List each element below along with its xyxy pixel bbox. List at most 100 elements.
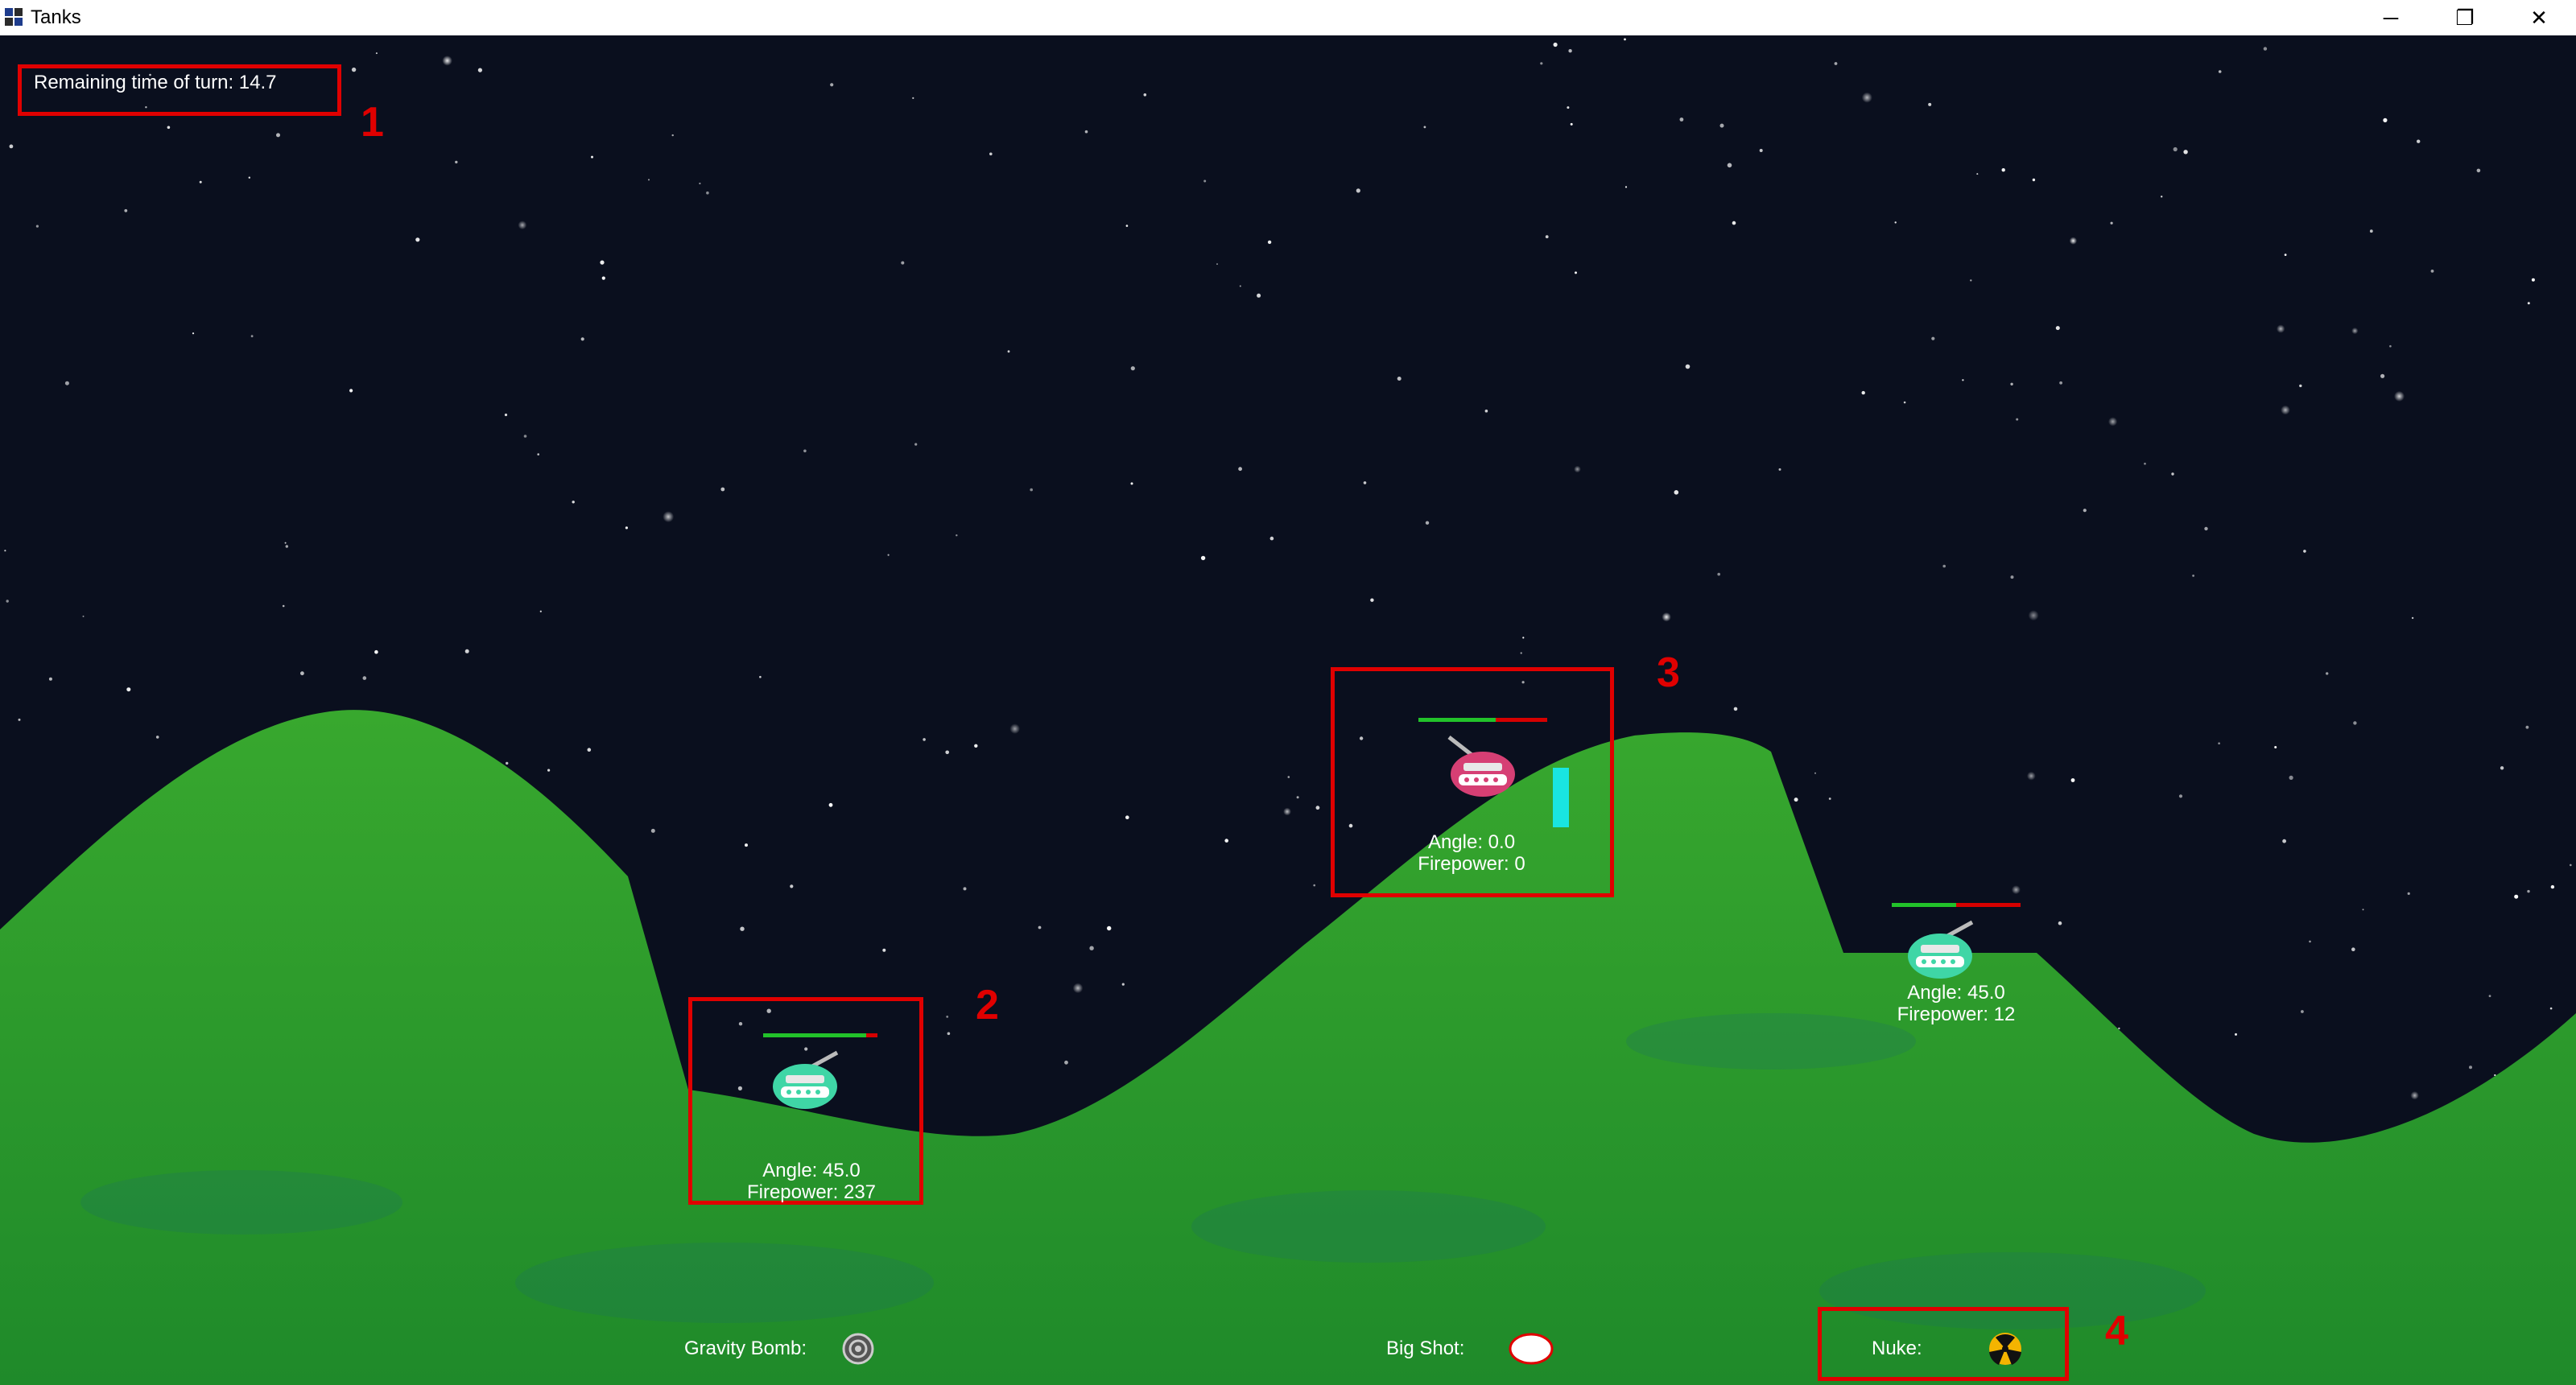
star [2362,909,2364,911]
star [1861,92,1872,103]
gravity-bomb-label: Gravity Bomb: [684,1338,807,1359]
star [2010,382,2013,385]
star [2173,146,2178,152]
star [591,155,593,159]
star [1072,983,1084,994]
close-button[interactable]: ✕ [2502,0,2576,35]
star [2171,472,2174,476]
star [2032,178,2036,182]
star [1257,293,1261,298]
star [830,83,834,87]
star [2218,70,2222,73]
star [2274,746,2277,748]
star [2263,47,2268,51]
tank-3-icon [1908,920,1974,979]
star [740,926,745,931]
star [2281,405,2290,415]
star [1861,390,1865,395]
star [956,534,958,537]
tank-3-firepower: Firepower: 12 [1897,1004,2016,1025]
star [2299,384,2302,388]
star [6,600,9,603]
star [2430,270,2434,273]
star [2059,381,2063,385]
star [1425,521,1430,525]
tank-2-firepower: Firepower: 0 [1418,853,1525,875]
star [803,449,807,453]
star [1903,401,1906,404]
star [2549,1007,2553,1010]
star [9,144,14,149]
star [442,56,452,66]
star [2058,921,2062,925]
game-scene[interactable]: Remaining time of turn: 14.7 1 2 Angle: … [0,35,2576,1385]
star [1107,925,1112,931]
minimize-button[interactable]: ─ [2354,0,2428,35]
star [1064,1060,1068,1065]
star [2083,509,2087,513]
star [282,604,285,608]
star [285,545,288,548]
tank-3[interactable] [1892,903,2021,983]
star [963,887,967,891]
star [1520,652,1522,654]
restore-button[interactable]: ❐ [2428,0,2502,35]
star [2407,892,2410,895]
star [1794,798,1798,802]
star [1370,598,1374,602]
star [1894,221,1897,224]
star [2383,117,2388,122]
star [2235,1033,2237,1036]
callout-2: 2 [976,982,999,1028]
star [625,526,629,530]
star [2010,575,2014,579]
star [1759,149,1763,152]
star [2351,328,2359,335]
star [1130,482,1133,485]
star [2525,725,2529,729]
star [650,828,655,833]
star [2118,1027,2120,1030]
star [1397,377,1402,381]
star [1356,188,1360,193]
star [2218,742,2220,744]
tank-1[interactable] [763,1033,877,1114]
star [2410,1091,2419,1100]
star [2301,1010,2304,1013]
star [2001,168,2005,172]
star [374,649,378,654]
star [1143,93,1147,97]
star [2011,885,2021,895]
weapon-big-shot[interactable]: Big Shot: [1386,1331,1563,1366]
tank-2-health-bar [1418,718,1547,722]
star [1828,798,1831,800]
star [1717,572,1720,576]
star [945,750,949,755]
weapon-gravity-bomb[interactable]: Gravity Bomb: [684,1331,886,1366]
star [1084,130,1088,134]
star [1574,465,1581,473]
star [974,744,978,748]
tank-2[interactable] [1418,718,1569,827]
star [1778,468,1781,471]
weapon-nuke[interactable]: Nuke: [1872,1331,2033,1366]
star [2394,390,2405,402]
star [671,134,674,137]
star [1007,350,1010,353]
star [2380,373,2385,378]
star [2527,302,2530,305]
star [362,676,367,680]
star [923,738,926,741]
tank-3-health-fill [1892,903,1956,907]
star [989,152,993,156]
star [2178,794,2183,798]
star [901,261,905,265]
star [1121,983,1125,986]
star [415,237,420,242]
star [759,675,762,678]
tank-1-firepower: Firepower: 237 [746,1181,877,1203]
star [1814,772,1816,774]
star [349,389,353,393]
star [887,554,890,556]
star [580,337,584,341]
